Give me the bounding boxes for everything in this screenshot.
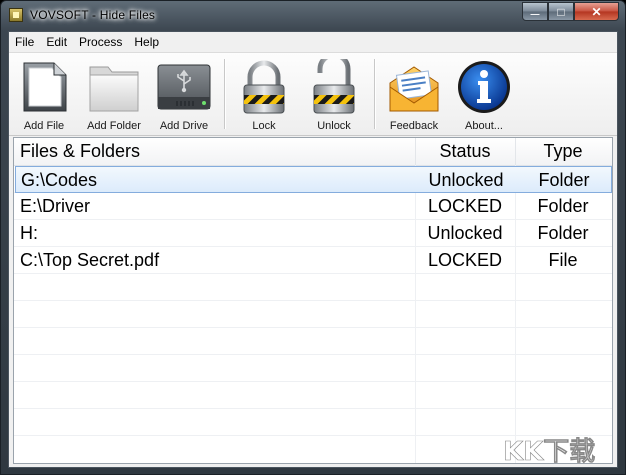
toolbar-separator [374, 59, 375, 129]
add-file-button[interactable]: Add File [9, 56, 79, 132]
row-gridline [14, 300, 612, 301]
list-header: Files & Folders Status Type [14, 138, 612, 166]
menu-help[interactable]: Help [128, 32, 165, 52]
lock-closed-icon [243, 60, 285, 114]
row-type: Folder [537, 196, 589, 216]
menu-file[interactable]: File [9, 32, 40, 52]
app-icon[interactable] [9, 8, 23, 22]
menu-edit[interactable]: Edit [40, 32, 73, 52]
row-path: E:\Driver [20, 196, 91, 216]
window-title: VOVSOFT - Hide Files [30, 8, 156, 22]
unlock-label: Unlock [317, 120, 351, 132]
add-folder-button[interactable]: Add Folder [79, 56, 149, 132]
svg-text:KK下载: KK下载 [503, 437, 595, 467]
lock-button[interactable]: Lock [229, 56, 299, 132]
row-type: Folder [537, 223, 589, 243]
unlock-button[interactable]: Unlock [299, 56, 369, 132]
file-icon [23, 62, 67, 112]
toolbar-separator [224, 59, 225, 129]
add-folder-label: Add Folder [87, 120, 141, 132]
minimize-button[interactable]: — [522, 2, 548, 21]
row-type: Folder [538, 170, 590, 190]
toolbar: Add File Add Folder Add Drive Lock Unloc… [9, 52, 617, 136]
column-header-files[interactable]: Files & Folders [20, 141, 140, 162]
lock-label: Lock [252, 120, 276, 132]
maximize-button[interactable]: □ [548, 2, 574, 21]
row-gridline [14, 354, 612, 355]
row-status: LOCKED [427, 196, 503, 216]
about-label: About... [465, 120, 503, 132]
folder-icon [89, 66, 139, 112]
row-path: H: [20, 223, 38, 243]
drive-icon [157, 64, 211, 110]
row-gridline [14, 408, 612, 409]
about-button[interactable]: About... [449, 56, 519, 132]
table-row[interactable]: H: Unlocked Folder [15, 220, 612, 247]
close-button[interactable]: ✕ [574, 2, 619, 21]
menu-process[interactable]: Process [73, 32, 128, 52]
row-status: Unlocked [427, 223, 503, 243]
column-header-type[interactable]: Type [515, 141, 611, 162]
close-icon: ✕ [591, 4, 602, 19]
lock-open-icon [313, 59, 355, 114]
row-gridline [14, 327, 612, 328]
add-drive-label: Add Drive [159, 120, 209, 132]
feedback-label: Feedback [389, 120, 439, 132]
info-icon [458, 61, 510, 113]
row-gridline [14, 381, 612, 382]
menu-bar: File Edit Process Help [9, 32, 617, 52]
maximize-icon: □ [557, 4, 565, 19]
mail-icon [389, 66, 439, 112]
watermark-logo: KK下载 [503, 437, 596, 468]
table-row[interactable]: G:\Codes Unlocked Folder [15, 166, 612, 193]
add-file-label: Add File [23, 120, 65, 132]
row-path: C:\Top Secret.pdf [20, 250, 160, 270]
title-bar[interactable]: VOVSOFT - Hide Files — □ ✕ [1, 1, 625, 31]
row-type: File [548, 250, 578, 270]
minimize-icon: — [530, 8, 540, 19]
row-status: Unlocked [428, 170, 504, 190]
table-row[interactable]: E:\Driver LOCKED Folder [15, 193, 612, 220]
app-window: VOVSOFT - Hide Files — □ ✕ File Edit Pro… [0, 0, 626, 475]
column-header-status[interactable]: Status [415, 141, 515, 162]
row-status: LOCKED [427, 250, 503, 270]
file-list[interactable]: Files & Folders Status Type G:\Codes Unl… [13, 137, 613, 464]
table-row[interactable]: C:\Top Secret.pdf LOCKED File [15, 247, 612, 274]
client-area: File Edit Process Help Add File Add Fold… [8, 31, 618, 468]
feedback-button[interactable]: Feedback [379, 56, 449, 132]
add-drive-button[interactable]: Add Drive [149, 56, 219, 132]
row-path: G:\Codes [21, 170, 98, 190]
